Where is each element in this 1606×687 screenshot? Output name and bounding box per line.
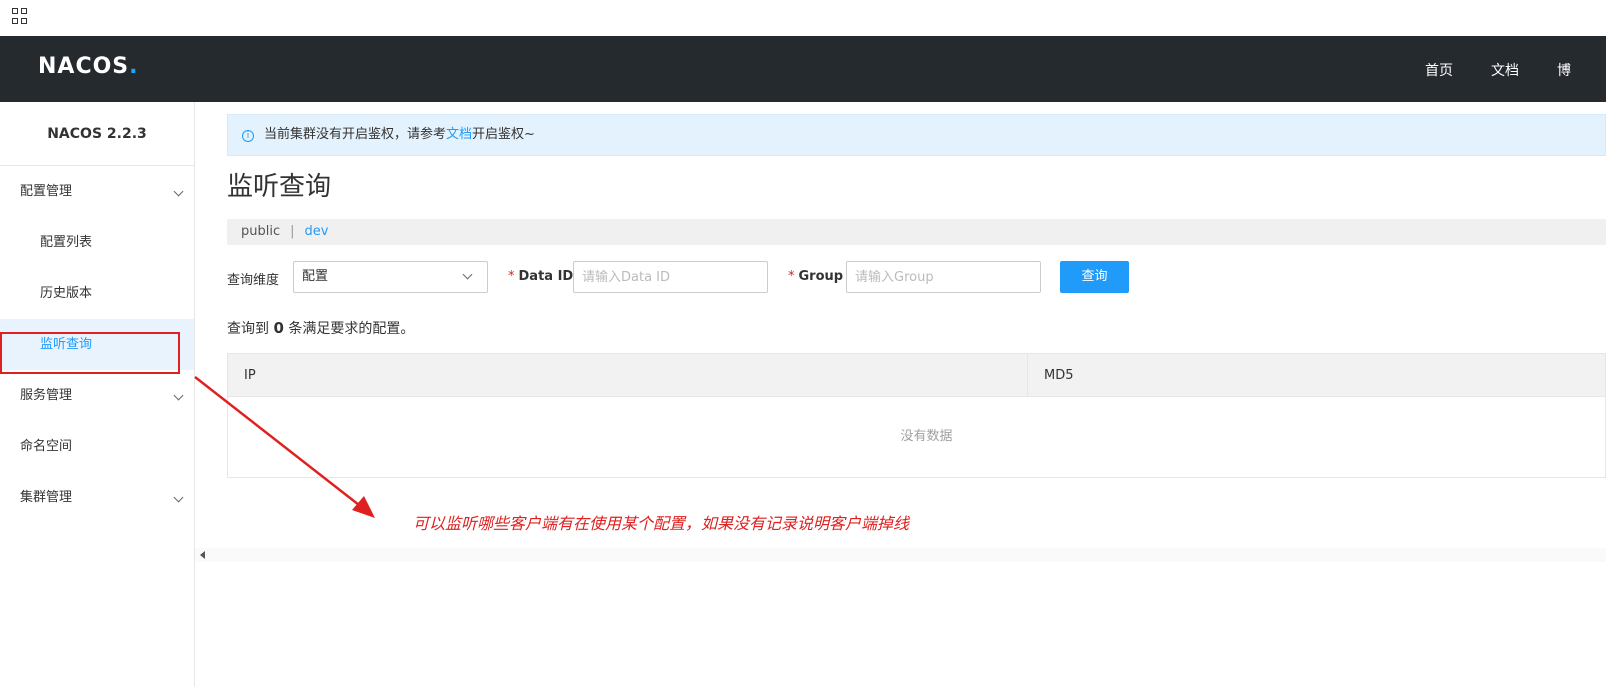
browser-top-strip [0,0,1606,36]
dimension-value: 配置 [302,269,329,284]
namespace-dev[interactable]: dev [305,224,329,239]
nav-docs-link[interactable]: 文档 [1491,60,1519,80]
auth-notice: i 当前集群没有开启鉴权，请参考文档开启鉴权~ [227,114,1606,156]
horizontal-scrollbar[interactable] [195,548,1606,562]
search-button[interactable]: 查询 [1060,261,1129,293]
column-header-ip: IP [228,354,1028,397]
sidebar-item-label: 服务管理 [20,388,73,403]
notice-text: 当前集群没有开启鉴权，请参考 [264,127,447,142]
group-input[interactable] [846,261,1041,293]
table-header: IP MD5 [228,354,1605,397]
dataid-label: * Data ID [508,269,574,284]
sidebar-item-namespace[interactable]: 命名空间 [0,421,194,472]
sidebar-item-cluster-management[interactable]: 集群管理 [0,472,194,523]
top-header: NACOS. 首页 文档 博 [0,36,1606,102]
namespace-public[interactable]: public [241,224,280,239]
chevron-down-icon [173,492,184,503]
annotation-highlight-box [0,332,180,374]
sidebar: NACOS 2.2.3 配置管理 配置列表 历史版本 监听查询 服务管理 命名空… [0,102,195,687]
sidebar-item-history[interactable]: 历史版本 [0,268,194,319]
column-header-md5: MD5 [1044,368,1074,383]
sidebar-item-service-management[interactable]: 服务管理 [0,370,194,421]
group-label: * Group [788,269,844,284]
nav-home-link[interactable]: 首页 [1425,60,1453,80]
nav-blog-link[interactable]: 博 [1557,60,1571,80]
info-icon: i [242,130,254,142]
chevron-down-icon [173,186,184,197]
sidebar-item-config-list[interactable]: 配置列表 [0,217,194,268]
sidebar-item-label: 命名空间 [20,439,73,454]
apps-grid-icon[interactable] [12,8,28,24]
dimension-select[interactable]: 配置 [293,261,488,293]
sidebar-item-label: 配置列表 [40,235,93,250]
chevron-down-icon [462,269,473,280]
scroll-left-icon[interactable] [200,551,205,559]
sidebar-item-config-management[interactable]: 配置管理 [0,166,194,217]
version-label: NACOS 2.2.3 [0,102,194,166]
sidebar-item-label: 集群管理 [20,490,73,505]
annotation-text: 可以监听哪些客户端有在使用某个配置，如果没有记录说明客户端掉线 [413,514,910,533]
namespace-separator: | [290,224,295,239]
page-title: 监听查询 [227,172,332,202]
dimension-label: 查询维度 [227,273,280,288]
sidebar-item-label: 配置管理 [20,184,73,199]
sidebar-item-label: 历史版本 [40,286,93,301]
empty-state: 没有数据 [900,429,953,444]
docs-link[interactable]: 文档 [446,127,472,142]
main-content: i 当前集群没有开启鉴权，请参考文档开启鉴权~ 监听查询 public | dev … [195,102,1606,687]
notice-text-after: 开启鉴权~ [472,127,535,142]
result-count-text: 查询到 0 条满足要求的配置。 [227,319,415,337]
nacos-logo[interactable]: NACOS. [38,54,139,79]
namespace-bar: public | dev [227,219,1606,245]
chevron-down-icon [173,390,184,401]
dataid-input[interactable] [573,261,768,293]
results-table: IP MD5 没有数据 [227,353,1606,478]
